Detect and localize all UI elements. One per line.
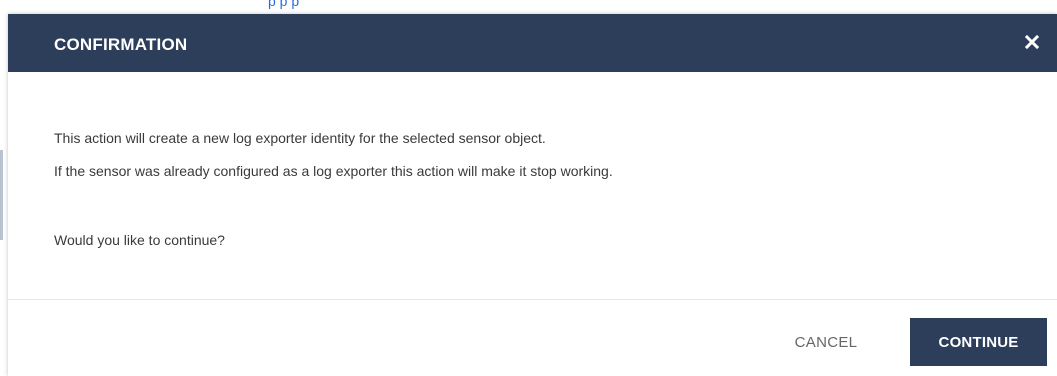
background-link[interactable]: p p p (268, 0, 299, 9)
dialog-footer: CANCEL CONTINUE (8, 300, 1057, 376)
dialog-title: CONFIRMATION (54, 35, 188, 54)
background-panel-edge (0, 150, 3, 240)
message-line-2: If the sensor was already configured as … (54, 163, 613, 179)
dialog-header: CONFIRMATION (8, 14, 1057, 72)
message-line-1: This action will create a new log export… (54, 130, 546, 146)
confirmation-dialog: CONFIRMATION This action will create a n… (8, 14, 1057, 376)
background-page: p p p (0, 0, 1057, 14)
continue-button[interactable]: CONTINUE (910, 318, 1047, 366)
confirmation-question: Would you like to continue? (54, 232, 225, 248)
close-icon[interactable] (1021, 31, 1043, 53)
cancel-button[interactable]: CANCEL (776, 318, 876, 366)
dialog-body: This action will create a new log export… (8, 72, 1057, 300)
